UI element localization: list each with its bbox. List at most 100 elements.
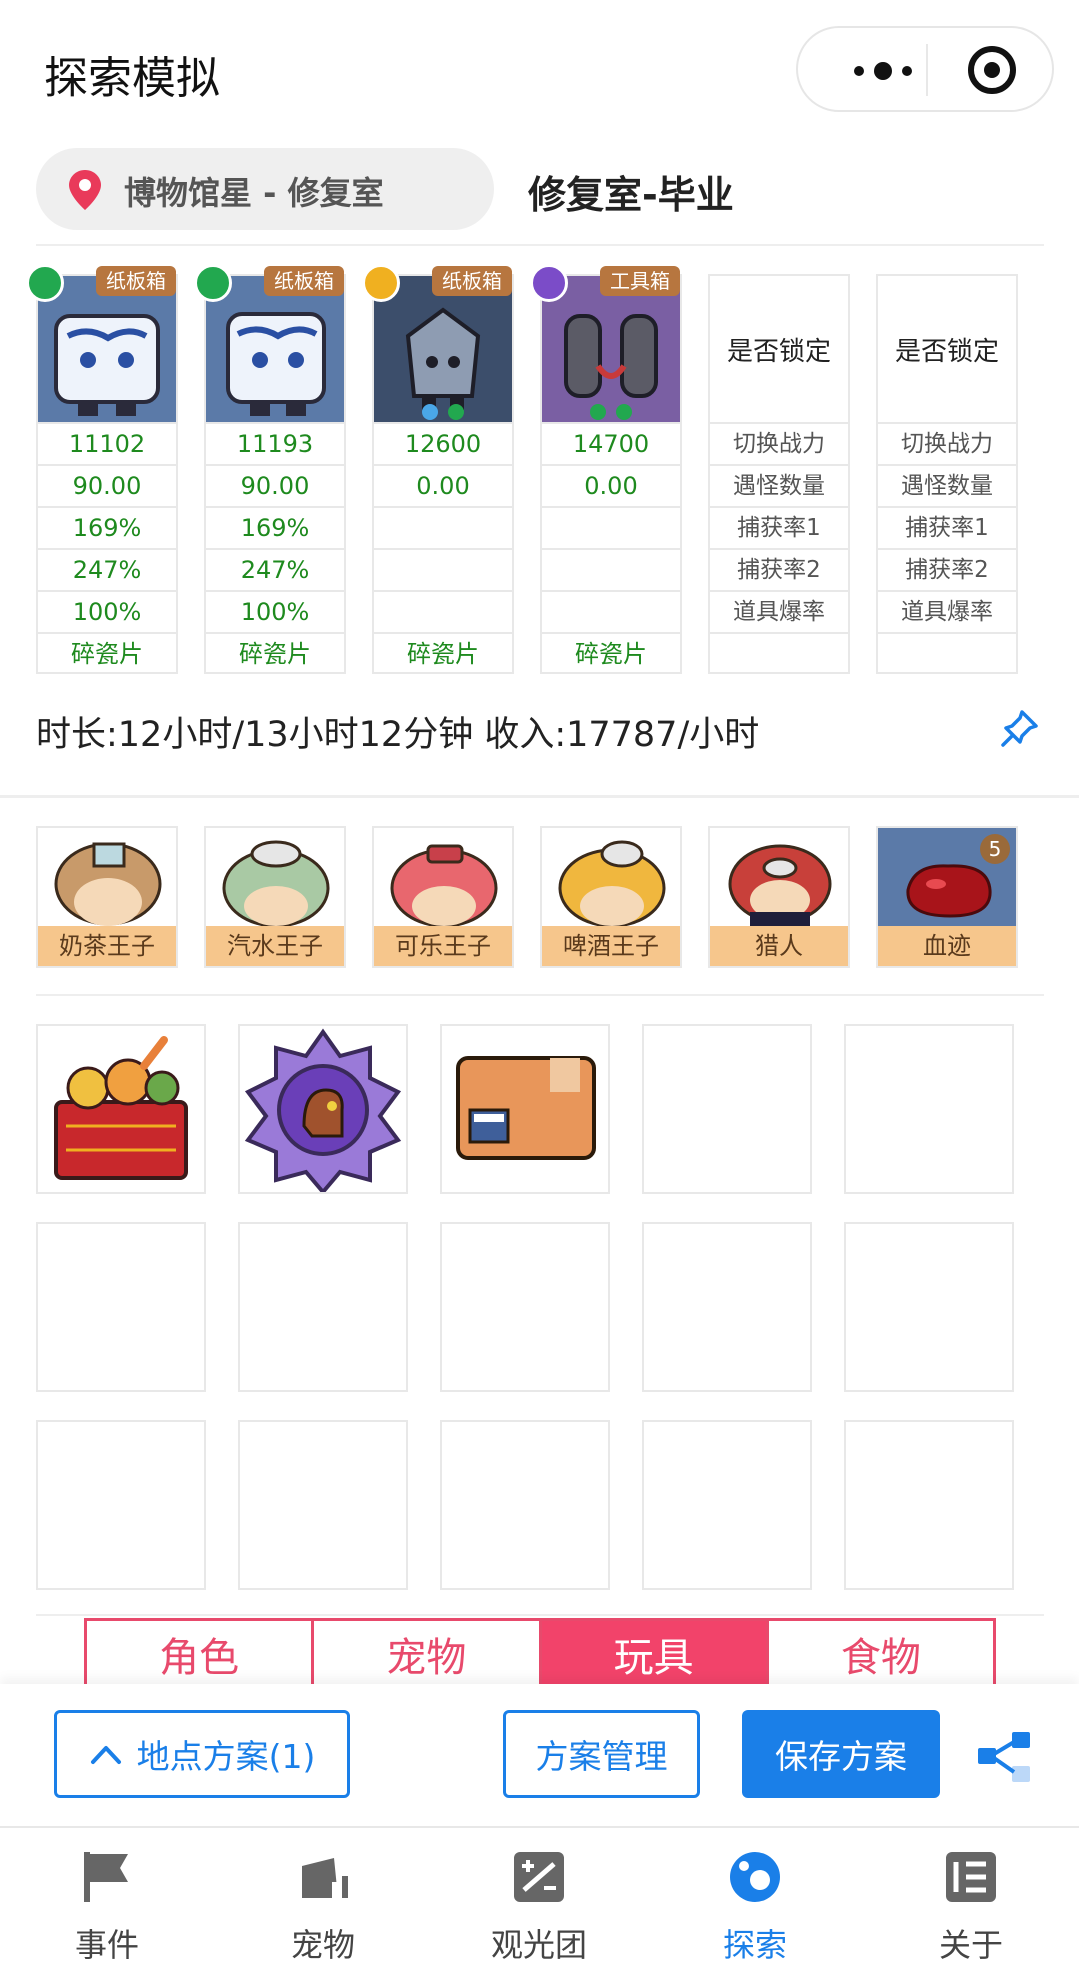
page-title: 探索模拟 (44, 53, 220, 104)
toy-tag: 纸板箱 (264, 266, 344, 296)
nav-pets[interactable]: 宠物 (248, 1848, 398, 1966)
toy-stat-drop (542, 590, 680, 632)
explore-icon (730, 1852, 780, 1902)
toy-stat-encounter: 90.00 (206, 464, 344, 506)
tab-pets[interactable]: 宠物 (314, 1621, 542, 1686)
pet-label: 血迹 (878, 926, 1016, 966)
nav-label: 关于 (938, 1926, 1003, 1964)
lock-column[interactable]: 是否锁定 切换战力 遇怪数量 捕获率1 捕获率2 道具爆率 (876, 274, 1018, 674)
rarity-green-icon (26, 264, 64, 302)
pet-avatar (222, 840, 330, 928)
status-line: 时长:12小时/13小时12分钟 收入:17787/小时 (36, 715, 760, 755)
purple-medal-icon (244, 1028, 402, 1196)
pin-icon[interactable] (1000, 708, 1040, 748)
toy-tag: 工具箱 (600, 266, 680, 296)
lock-row-label[interactable]: 道具爆率 (710, 590, 848, 632)
toy-column[interactable]: 11193 90.00 169% 247% 100% 碎瓷片 (204, 274, 346, 674)
nav-label: 宠物 (290, 1926, 355, 1964)
toy-stat-capture2: 247% (206, 548, 344, 590)
nav-explore[interactable]: 探索 (680, 1848, 830, 1966)
location-pin-icon (69, 170, 101, 210)
toy-image (38, 276, 176, 422)
lock-row-label[interactable]: 捕获率2 (878, 548, 1016, 590)
action-bar: 地点方案(1) 方案管理 保存方案 (0, 1684, 1079, 1826)
item-slot[interactable] (642, 1222, 812, 1392)
lock-row-label[interactable]: 切换战力 (710, 422, 848, 464)
lock-row-label[interactable]: 遇怪数量 (710, 464, 848, 506)
item-slot[interactable] (642, 1024, 812, 1194)
item-slot[interactable] (440, 1024, 610, 1194)
tour-icon (514, 1852, 564, 1902)
toy-stat-item: 碎瓷片 (38, 632, 176, 674)
item-slot[interactable] (440, 1222, 610, 1392)
location-name: 博物馆星 - 修复室 (124, 174, 384, 212)
lock-row-label[interactable]: 捕获率1 (710, 506, 848, 548)
toy-stat-capture1 (542, 506, 680, 548)
lock-row-label[interactable]: 切换战力 (878, 422, 1016, 464)
toy-stat-encounter: 0.00 (374, 464, 512, 506)
lock-column[interactable]: 是否锁定 切换战力 遇怪数量 捕获率1 捕获率2 道具爆率 (708, 274, 850, 674)
lock-header[interactable]: 是否锁定 (710, 276, 848, 422)
pet-card[interactable]: 可乐王子 (372, 826, 514, 968)
toy-stat-item: 碎瓷片 (374, 632, 512, 674)
item-slot[interactable] (844, 1222, 1014, 1392)
pet-card[interactable]: 汽水王子 (204, 826, 346, 968)
item-slot[interactable] (238, 1420, 408, 1590)
pet-label: 猎人 (710, 926, 848, 966)
nav-tour[interactable]: 观光团 (464, 1848, 614, 1966)
item-slot[interactable] (642, 1420, 812, 1590)
pet-card[interactable]: 5 血迹 (876, 826, 1018, 968)
item-slot[interactable] (36, 1222, 206, 1392)
toy-tag: 纸板箱 (96, 266, 176, 296)
more-menu-icon[interactable] (838, 56, 928, 86)
nav-label: 探索 (722, 1926, 787, 1964)
item-slot[interactable] (238, 1222, 408, 1392)
toy-stat-capture1: 169% (38, 506, 176, 548)
tab-food[interactable]: 食物 (769, 1621, 993, 1686)
item-slot[interactable] (238, 1024, 408, 1196)
divider (36, 994, 1044, 996)
nav-label: 事件 (74, 1926, 139, 1964)
toy-column[interactable]: 11102 90.00 169% 247% 100% 碎瓷片 (36, 274, 178, 674)
location-plans-label: 地点方案(1) (136, 1737, 316, 1776)
pet-label: 汽水王子 (206, 926, 344, 966)
lock-header[interactable]: 是否锁定 (878, 276, 1016, 422)
category-tabs: 角色 宠物 玩具 食物 (84, 1618, 996, 1686)
toy-stat-item: 碎瓷片 (542, 632, 680, 674)
toy-column[interactable]: 14700 0.00 碎瓷片 (540, 274, 682, 674)
item-slot[interactable] (440, 1420, 610, 1590)
nav-header: 探索模拟 (0, 0, 1079, 140)
pet-card[interactable]: 猎人 (708, 826, 850, 968)
count-badge: 5 (980, 834, 1010, 864)
location-selector[interactable]: 博物馆星 - 修复室 (36, 148, 494, 230)
chevron-up-icon (90, 1746, 121, 1764)
capsule-divider (926, 44, 928, 96)
pet-card[interactable]: 啤酒王子 (540, 826, 682, 968)
nav-about[interactable]: 关于 (896, 1848, 1046, 1966)
location-plans-button[interactable]: 地点方案(1) (54, 1710, 350, 1798)
toy-column[interactable]: 12600 0.00 碎瓷片 (372, 274, 514, 674)
item-slot[interactable] (844, 1420, 1014, 1590)
tab-characters[interactable]: 角色 (87, 1621, 315, 1686)
tab-toys[interactable]: 玩具 (541, 1621, 769, 1686)
lock-row-empty (878, 632, 1016, 674)
share-icon[interactable] (976, 1730, 1032, 1784)
toy-stat-capture1 (374, 506, 512, 548)
item-slot[interactable] (844, 1024, 1014, 1194)
lock-row-label[interactable]: 捕获率1 (878, 506, 1016, 548)
nav-events[interactable]: 事件 (32, 1848, 182, 1966)
close-program-icon[interactable] (968, 46, 1016, 94)
item-slot[interactable] (36, 1420, 206, 1590)
pet-card[interactable]: 奶茶王子 (36, 826, 178, 968)
mini-program-capsule (796, 26, 1054, 112)
pet-label: 可乐王子 (374, 926, 512, 966)
item-slot[interactable] (36, 1024, 206, 1194)
lock-row-label[interactable]: 道具爆率 (878, 590, 1016, 632)
save-plan-button[interactable]: 保存方案 (742, 1710, 940, 1798)
lock-row-label[interactable]: 捕获率2 (710, 548, 848, 590)
lock-row-label[interactable]: 遇怪数量 (878, 464, 1016, 506)
toy-stat-capture2 (374, 548, 512, 590)
plan-manage-button[interactable]: 方案管理 (503, 1710, 700, 1798)
toy-stat-capture1: 169% (206, 506, 344, 548)
toy-stat-drop (374, 590, 512, 632)
